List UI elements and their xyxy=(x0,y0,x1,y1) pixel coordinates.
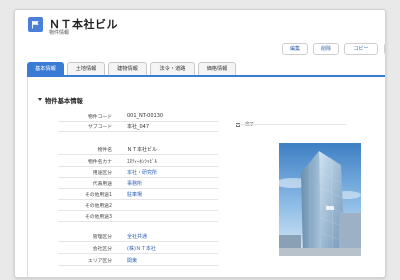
field-row: エリア区分 関東 xyxy=(28,256,228,266)
field-value-link[interactable]: (株)ＮＴ本社 xyxy=(127,245,156,252)
field-row: サブコード 本社_047 xyxy=(28,122,228,132)
field-row: その他用途3 xyxy=(28,212,228,222)
field-label: その他用途2 xyxy=(84,204,112,209)
field-row: 物件コード 001_NT-00130 xyxy=(28,112,228,122)
divider xyxy=(58,177,218,178)
record-card: ＮＴ本社ビル 物件情報 編集 削除 コピー 基本情報 土地情報 建物情報 法令・… xyxy=(14,9,386,278)
field-row: 会社区分 (株)ＮＴ本社 xyxy=(28,244,228,254)
divider xyxy=(58,210,218,211)
copy-button[interactable]: コピー xyxy=(344,43,378,55)
divider xyxy=(58,253,218,254)
tab-building-info[interactable]: 建物情報 xyxy=(108,62,147,75)
field-value: 本社_047 xyxy=(127,124,150,130)
section-title: 物件基本情報 xyxy=(45,98,83,105)
field-value-link[interactable]: 全社共通 xyxy=(127,233,147,240)
tab-bar: 基本情報 土地情報 建物情報 法令・道路 価格情報 xyxy=(27,62,385,75)
field-label: その他用途3 xyxy=(84,215,112,220)
flag-icon xyxy=(28,17,43,32)
divider xyxy=(58,154,218,155)
divider xyxy=(58,241,218,242)
field-label: その他用途1 xyxy=(84,193,112,198)
divider xyxy=(236,124,346,125)
edit-button[interactable]: 編集 xyxy=(282,43,308,55)
field-value-link[interactable]: 本社・研究所 xyxy=(127,169,157,176)
property-photo xyxy=(279,143,361,256)
tab-basic-info[interactable]: 基本情報 xyxy=(27,62,64,75)
field-label: エリア区分 xyxy=(88,259,112,264)
field-row: 用途区分 本社・研究所 xyxy=(28,168,228,178)
field-label: 物件名 xyxy=(97,148,112,153)
divider xyxy=(58,166,218,167)
field-value-link[interactable]: 駐車場 xyxy=(127,191,142,198)
divider xyxy=(58,131,218,132)
field-row: その他用途1 駐車場 xyxy=(28,190,228,200)
field-label: サブコード xyxy=(88,125,112,130)
record-header: ＮＴ本社ビル 物件情報 xyxy=(15,10,385,40)
field-value-link[interactable]: 事務所 xyxy=(127,180,142,187)
tab-content: 物件基本情報 物件コード 001_NT-00130 サブコード 本社_047 物… xyxy=(27,77,385,277)
page-subtitle: 物件情報 xyxy=(49,30,70,36)
field-label: 物件コード xyxy=(88,115,112,120)
tab-land-info[interactable]: 土地情報 xyxy=(67,62,105,75)
field-row: 管理区分 全社共通 xyxy=(28,232,228,242)
field-label: 管理区分 xyxy=(92,235,112,240)
field-label: 用途区分 xyxy=(92,171,112,176)
tab-price-info[interactable]: 価格情報 xyxy=(198,62,236,75)
divider xyxy=(58,265,218,266)
field-row: 物件名 ＮＴ本社ビル xyxy=(28,145,228,155)
field-value: 001_NT-00130 xyxy=(127,113,164,119)
field-row: 物件名カナ ｴﾇﾃｨｰﾎﾝｼｬﾋﾞﾙ xyxy=(28,157,228,167)
field-row: 代表用途 事務所 xyxy=(28,179,228,189)
tab-laws-roads[interactable]: 法令・道路 xyxy=(150,62,195,75)
field-label: 代表用途 xyxy=(92,182,112,187)
divider xyxy=(58,221,218,222)
field-value-link[interactable]: 関東 xyxy=(127,257,137,264)
collapse-triangle-icon[interactable] xyxy=(38,98,42,101)
divider xyxy=(58,188,218,189)
delete-button[interactable]: 削除 xyxy=(313,43,339,55)
divider xyxy=(58,199,218,200)
field-label: 物件名カナ xyxy=(88,160,112,165)
more-actions-button[interactable] xyxy=(384,43,385,55)
field-value: ＮＴ本社ビル xyxy=(127,147,158,153)
field-label: 会社区分 xyxy=(92,247,112,252)
field-value: ｴﾇﾃｨｰﾎﾝｼｬﾋﾞﾙ xyxy=(127,159,158,165)
field-row: その他用途2 xyxy=(28,201,228,211)
